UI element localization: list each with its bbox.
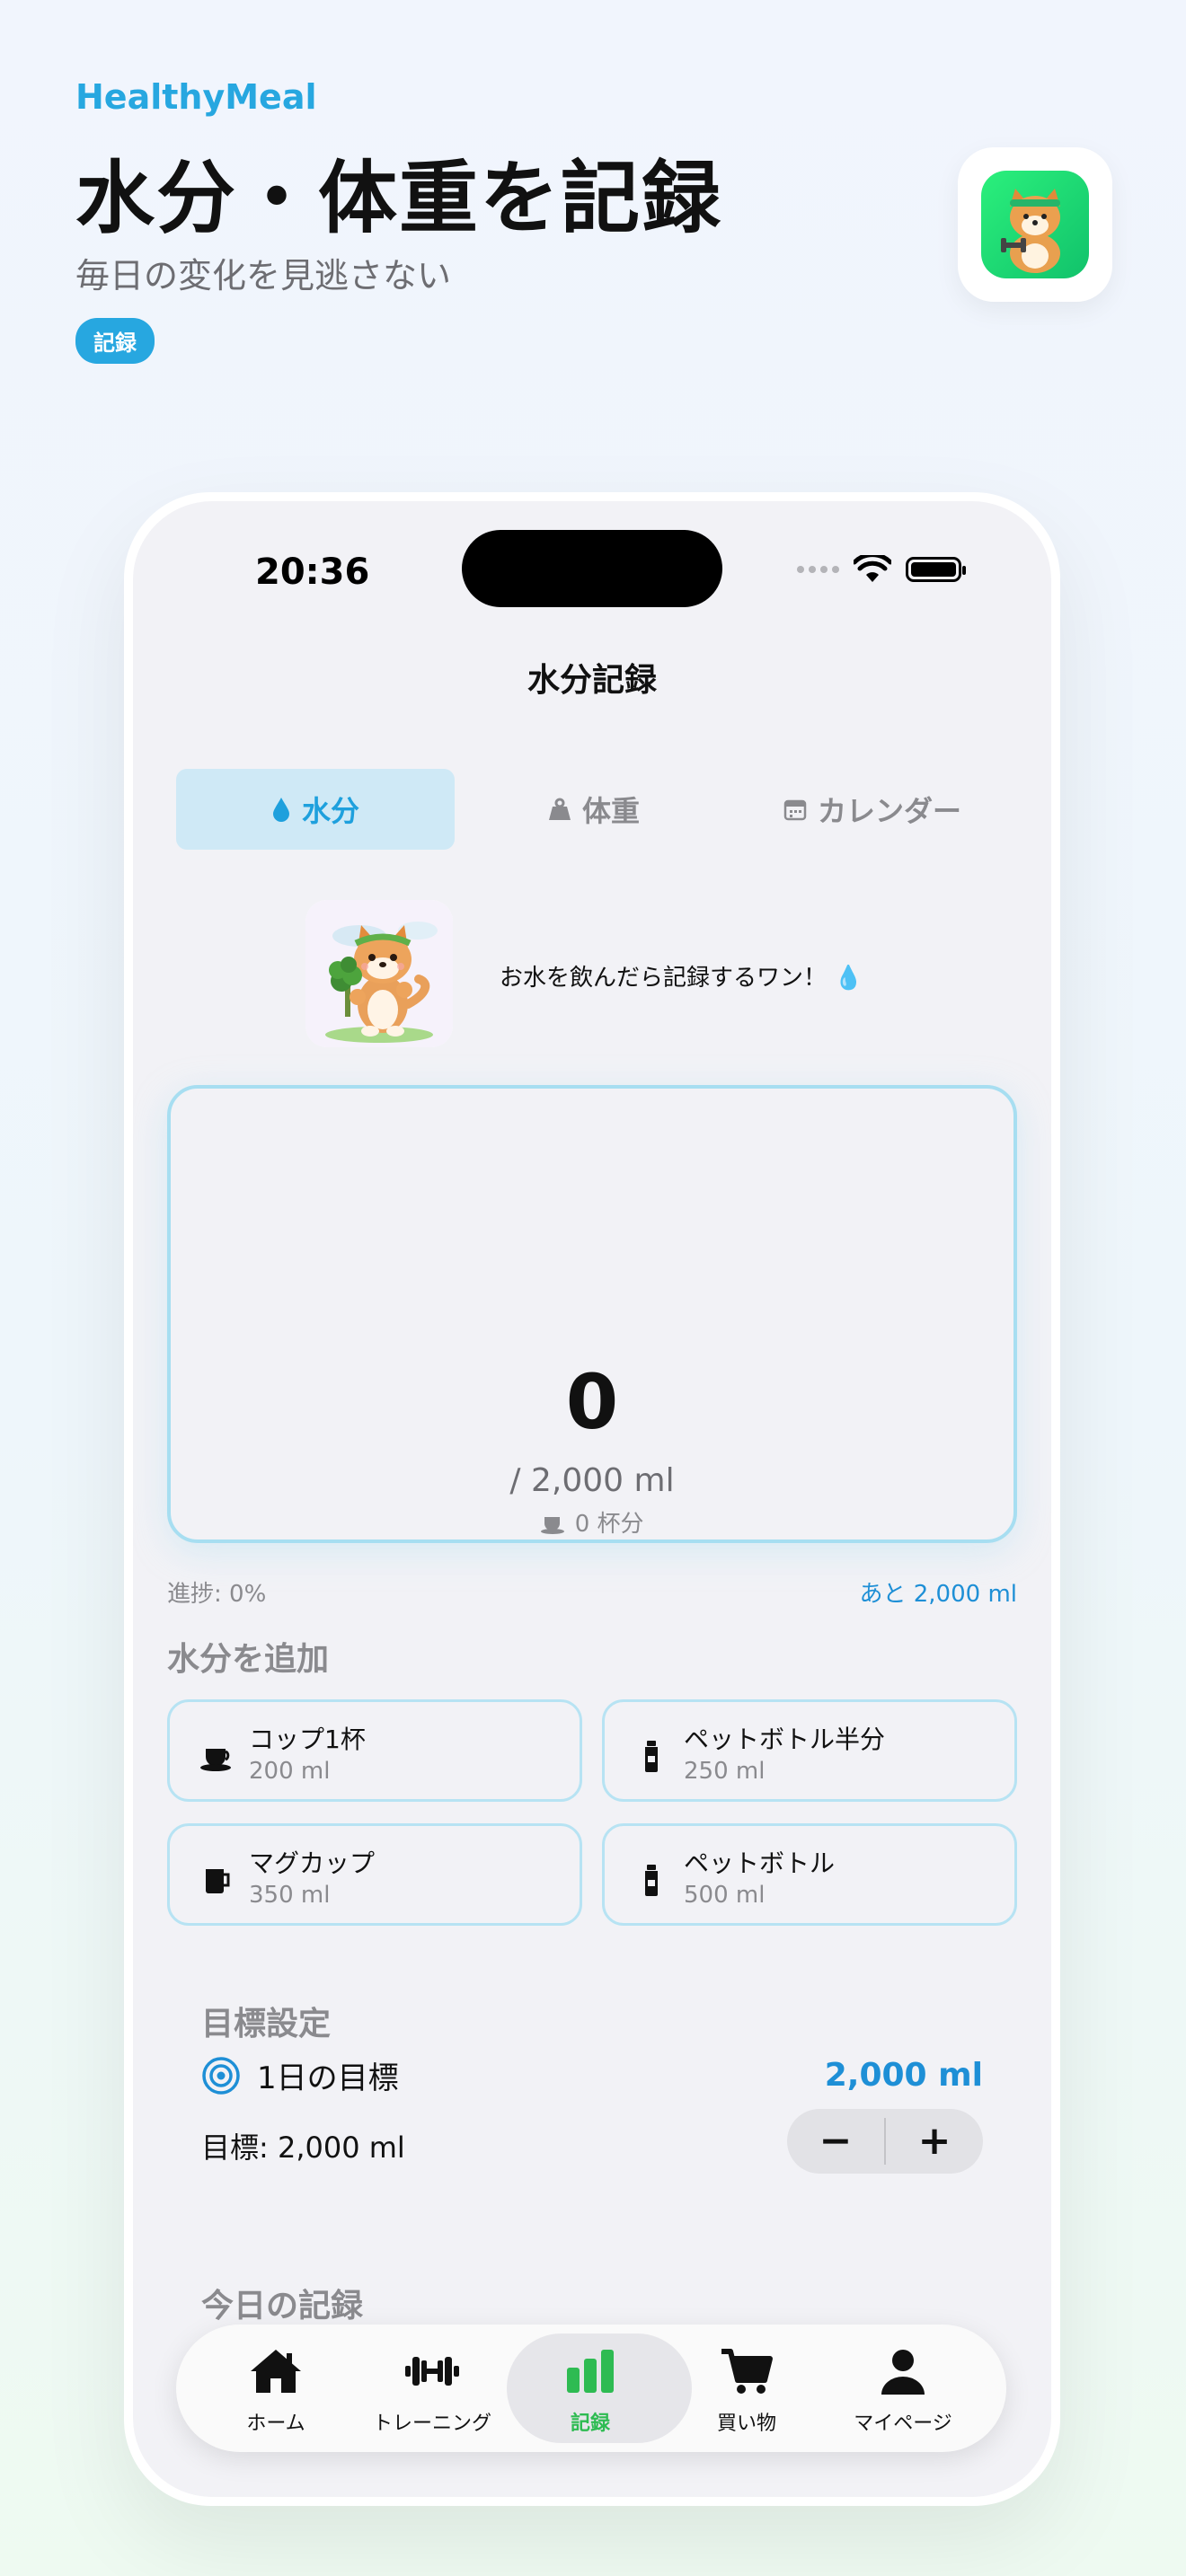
water-drop-emoji: 💧 [834, 965, 863, 992]
add-option-name: コップ1杯 [249, 1725, 366, 1754]
progress-row: 進捗: 0% あと 2,000 ml [167, 1575, 1017, 1609]
add-option-name: マグカップ [249, 1848, 376, 1878]
progress-percent: 進捗: 0% [167, 1581, 267, 1608]
wifi-icon [854, 555, 891, 582]
cup-saucer-icon [200, 1749, 231, 1771]
tab-bar: ホーム トレーニング 記録 買い物 マイページ [176, 2325, 1006, 2452]
tab-training[interactable]: トレーニング [356, 2325, 509, 2452]
tab-home[interactable]: ホーム [199, 2325, 352, 2452]
goal-stepper: − + [787, 2109, 983, 2174]
status-icons [797, 555, 966, 584]
add-option-name: ペットボトル [684, 1848, 836, 1878]
nav-title: 水分記録 [527, 662, 657, 699]
cellular-signal-icon [797, 566, 839, 573]
decrease-goal-button[interactable]: − [787, 2109, 884, 2174]
status-time: 20:36 [255, 551, 370, 593]
daily-goal-row: 1日の目標 2,000 ml [201, 2053, 983, 2097]
remaining-amount: あと 2,000 ml [859, 1581, 1017, 1608]
dynamic-island [462, 530, 722, 607]
phone-frame: 20:36 水分記録 水分 体重 カレンダー お水を飲んだら記録するワン！ 💧 … [124, 492, 1060, 2506]
tab-mypage-label: マイページ [854, 2413, 952, 2435]
promo-subtitle: 毎日の変化を見逃さない [75, 256, 452, 296]
calendar-icon [783, 799, 807, 821]
add-option-amount: 350 ml [249, 1882, 331, 1909]
add-option-amount: 200 ml [249, 1758, 331, 1785]
add-mug-button[interactable]: マグカップ 350 ml [167, 1823, 582, 1926]
mascot-message: お水を飲んだら記録するワン！ 💧 [500, 959, 863, 992]
goal-settings-title: 目標設定 [201, 2006, 332, 2042]
cart-icon [721, 2349, 773, 2394]
add-option-amount: 500 ml [684, 1882, 766, 1909]
segment-water[interactable]: 水分 [176, 769, 455, 850]
bottle-icon [645, 1741, 658, 1772]
segment-calendar-label: カレンダー [817, 794, 961, 828]
app-screen: 20:36 水分記録 水分 体重 カレンダー お水を飲んだら記録するワン！ 💧 … [133, 501, 1051, 2497]
segmented-control: 水分 体重 カレンダー [176, 769, 1012, 850]
tab-record[interactable]: 記録 [507, 2325, 692, 2452]
water-drop-icon [272, 798, 289, 822]
water-tracker-card: 0 / 2,000 ml 0 杯分 [167, 1085, 1017, 1543]
battery-icon [906, 557, 966, 582]
add-bottle-button[interactable]: ペットボトル 500 ml [602, 1823, 1017, 1926]
segment-water-label: 水分 [301, 794, 359, 828]
cup-count-text: 0 杯分 [574, 1511, 644, 1538]
mug-icon [206, 1869, 230, 1893]
add-cup-button[interactable]: コップ1杯 200 ml [167, 1699, 582, 1802]
promo-title: 水分・体重を記録 [75, 152, 723, 244]
segment-weight-label: 体重 [581, 794, 640, 828]
water-current-amount: 0 [565, 1358, 619, 1446]
cup-saucer-icon [541, 1517, 565, 1534]
target-text: 目標: 2,000 ml [201, 2130, 405, 2165]
daily-goal-label: 1日の目標 [257, 2060, 399, 2096]
bottle-icon [645, 1865, 658, 1896]
app-icon [958, 147, 1112, 302]
segment-calendar[interactable]: カレンダー [733, 769, 1012, 850]
add-water-title: 水分を追加 [167, 1641, 330, 1678]
today-log-title: 今日の記録 [201, 2288, 364, 2325]
tab-mypage[interactable]: マイページ [827, 2325, 979, 2452]
brand-name: HealthyMeal [75, 77, 317, 117]
tab-shopping[interactable]: 買い物 [670, 2325, 823, 2452]
tab-record-label: 記録 [570, 2413, 610, 2435]
daily-goal-value: 2,000 ml [824, 2057, 983, 2094]
mascot-message-text: お水を飲んだら記録するワン！ [500, 965, 828, 992]
category-badge: 記録 [75, 318, 155, 364]
mascot-image [305, 900, 453, 1047]
add-option-name: ペットボトル半分 [684, 1725, 886, 1754]
tab-training-label: トレーニング [372, 2413, 491, 2435]
water-goal-text: / 2,000 ml [509, 1462, 675, 1499]
target-icon [202, 2056, 240, 2095]
tab-home-label: ホーム [246, 2413, 305, 2435]
bar-chart-icon [567, 2350, 614, 2393]
scale-weight-icon [548, 798, 571, 820]
person-icon [881, 2350, 925, 2395]
add-half-bottle-button[interactable]: ペットボトル半分 250 ml [602, 1699, 1017, 1802]
segment-weight[interactable]: 体重 [455, 769, 733, 850]
dumbbell-icon [405, 2357, 459, 2386]
cup-count: 0 杯分 [171, 1505, 1013, 1539]
home-icon [251, 2350, 301, 2393]
add-option-amount: 250 ml [684, 1758, 766, 1785]
tab-shopping-label: 買い物 [716, 2413, 776, 2435]
increase-goal-button[interactable]: + [886, 2109, 983, 2174]
